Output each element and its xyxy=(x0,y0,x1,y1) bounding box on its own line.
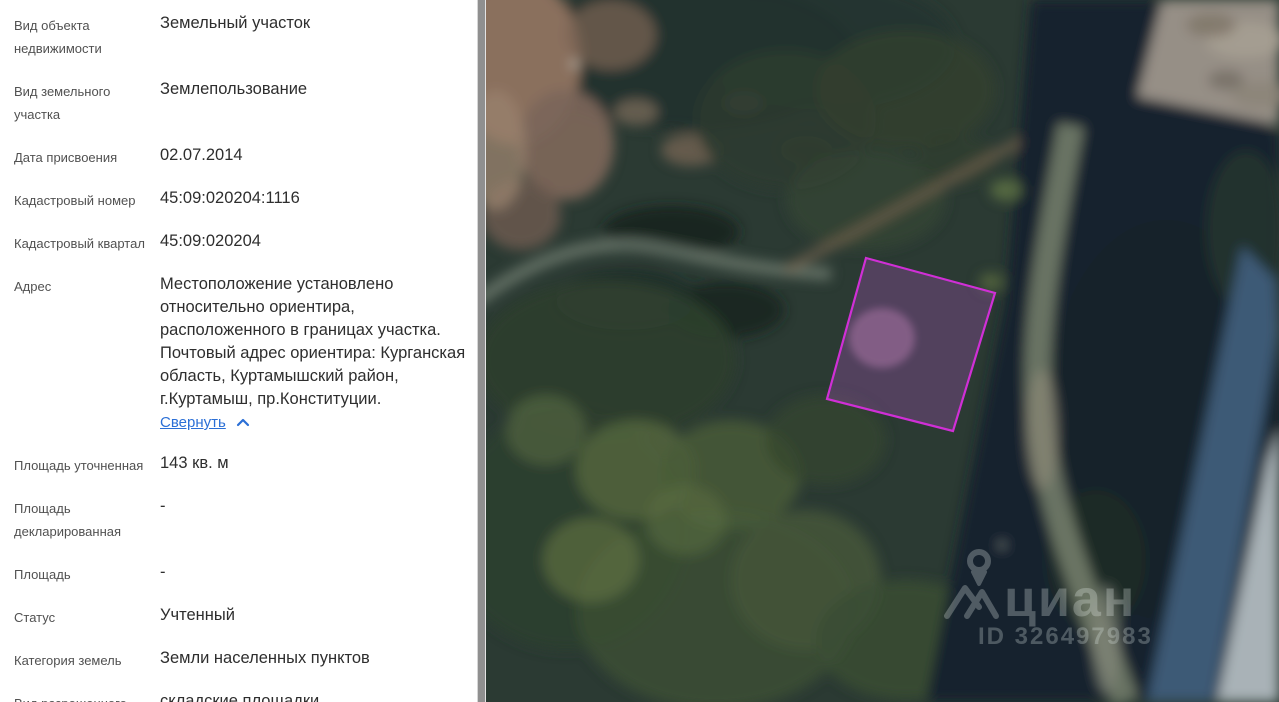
collapse-link[interactable]: Свернуть xyxy=(160,411,250,434)
cadastral-page: Вид объекта недвижимости Земельный участ… xyxy=(0,0,1279,702)
field-value: складские площадки xyxy=(160,692,320,702)
field-label: Вид земельного участка xyxy=(14,84,111,122)
field-value: 02.07.2014 xyxy=(160,146,243,164)
field-value: - xyxy=(160,497,166,515)
field-value: 143 кв. м xyxy=(160,454,229,472)
field-address: Адрес Местоположение установлено относит… xyxy=(14,273,477,434)
field-area: Площадь - xyxy=(14,561,477,586)
field-value: Землепользование xyxy=(160,80,308,98)
field-label: Площадь xyxy=(14,567,71,582)
field-label: Вид объекта недвижимости xyxy=(14,18,102,56)
field-label: Вид разрешенного использования xyxy=(14,690,160,702)
field-permitted-use: Вид разрешенного использования складские… xyxy=(14,690,477,702)
satellite-map[interactable]: циан ID 326497983 xyxy=(486,0,1279,702)
field-label: Площадь декларированная xyxy=(14,501,122,539)
field-value: Земельный участок xyxy=(160,14,311,32)
field-value: Местоположение установлено относительно … xyxy=(160,273,472,434)
field-label: Кадастровый номер xyxy=(14,193,136,208)
field-label: Категория земель xyxy=(14,653,122,668)
field-status: Статус Учтенный xyxy=(14,604,477,629)
field-area-refined: Площадь уточненная 143 кв. м xyxy=(14,452,477,477)
details-panel: Вид объекта недвижимости Земельный участ… xyxy=(0,0,477,702)
field-land-category: Категория земель Земли населенных пункто… xyxy=(14,647,477,672)
collapse-link-label: Свернуть xyxy=(160,414,226,431)
field-label: Статус xyxy=(14,610,56,625)
field-area-declared: Площадь декларированная - xyxy=(14,495,477,543)
field-value: Земли населенных пунктов xyxy=(160,649,370,667)
address-text: Местоположение установлено относительно … xyxy=(160,275,466,408)
watermark-brand: циан xyxy=(1004,570,1136,628)
map-canvas[interactable]: циан ID 326497983 xyxy=(486,0,1279,702)
field-label: Кадастровый квартал xyxy=(14,236,145,251)
field-label: Площадь уточненная xyxy=(14,458,144,473)
field-cadastral-block: Кадастровый квартал 45:09:020204 xyxy=(14,230,477,255)
field-date-assigned: Дата присвоения 02.07.2014 xyxy=(14,144,477,169)
panel-scrollbar[interactable] xyxy=(477,0,486,702)
watermark-id: ID 326497983 xyxy=(978,623,1153,650)
field-value: - xyxy=(160,563,166,581)
chevron-up-icon xyxy=(236,418,249,427)
field-land-kind: Вид земельного участка Землепользование xyxy=(14,78,477,126)
field-value: Учтенный xyxy=(160,606,235,624)
field-cadastral-number: Кадастровый номер 45:09:020204:1116 xyxy=(14,187,477,212)
field-label: Дата присвоения xyxy=(14,150,118,165)
field-value: 45:09:020204 xyxy=(160,232,261,250)
field-label: Адрес xyxy=(14,279,52,294)
field-object-kind: Вид объекта недвижимости Земельный участ… xyxy=(14,12,477,60)
field-value: 45:09:020204:1116 xyxy=(160,189,300,207)
